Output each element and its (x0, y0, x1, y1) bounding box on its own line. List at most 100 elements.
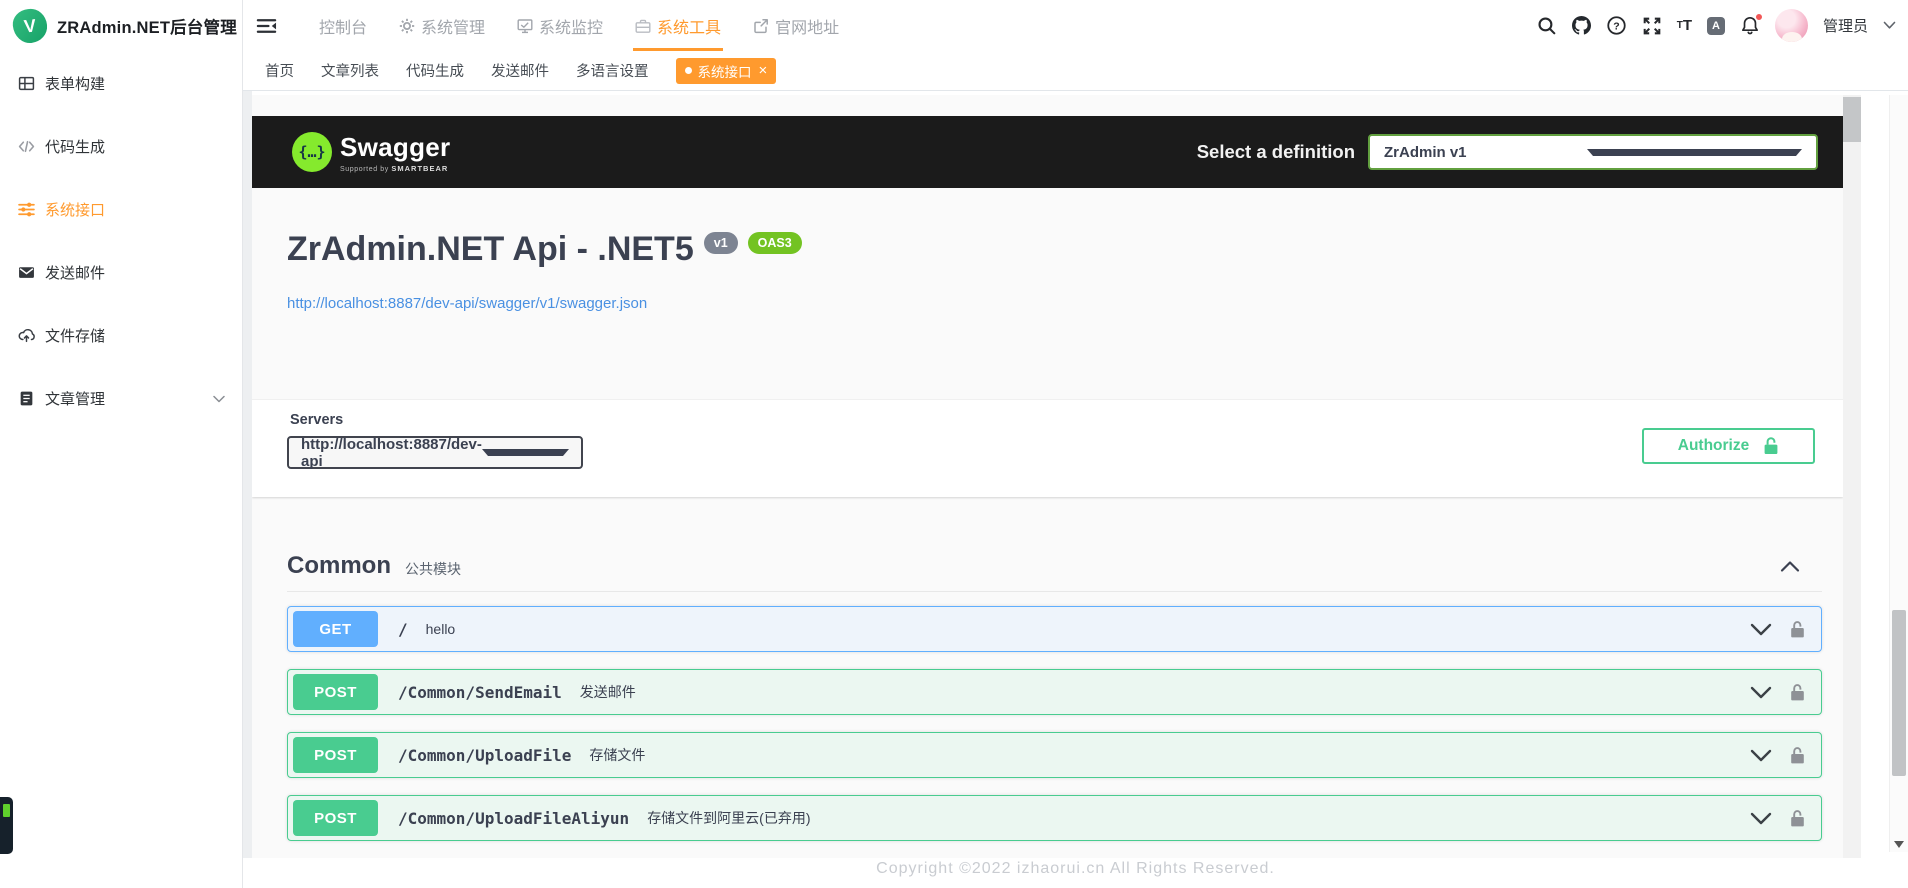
endpoint-path: /Common/SendEmail (398, 683, 562, 702)
nav-item-label: 系统管理 (421, 14, 485, 38)
svg-text:?: ? (1613, 20, 1619, 32)
copyright-text: Copyright ©2022 izhaorui.cn All Rights R… (876, 858, 1275, 878)
endpoint-row-send-email[interactable]: POST /Common/SendEmail 发送邮件 (287, 669, 1822, 715)
method-badge: POST (293, 674, 378, 710)
sliders-icon (18, 201, 35, 218)
nav-item-system-monitor[interactable]: 系统监控 (501, 0, 619, 51)
servers-label: Servers (290, 412, 343, 428)
endpoint-row-upload-file[interactable]: POST /Common/UploadFile 存储文件 (287, 732, 1822, 778)
tab-article-list[interactable]: 文章列表 (321, 60, 379, 81)
swagger-topbar: {…} Swagger Supported by SMARTBEAR Selec… (252, 116, 1843, 188)
tab-label: 系统接口 (698, 61, 752, 81)
app-window: V ZRAdmin.NET后台管理 表单构建 代码生成 系统接口 (0, 0, 1908, 888)
close-icon[interactable]: × (759, 63, 768, 78)
nav-item-label: 系统工具 (657, 14, 721, 38)
endpoint-summary: 存储文件到阿里云(已弃用) (647, 808, 810, 828)
nav-item-system-mgmt[interactable]: 系统管理 (383, 0, 501, 51)
sidebar-item-label: 系统接口 (45, 199, 105, 220)
nav-item-system-tools[interactable]: 系统工具 (619, 0, 737, 51)
sidebar-item-file-storage[interactable]: 文件存储 (0, 304, 241, 367)
endpoint-path: / (398, 620, 408, 639)
user-avatar[interactable] (1775, 9, 1808, 42)
endpoint-summary: 存储文件 (589, 745, 645, 765)
notifications-bell-icon[interactable] (1740, 16, 1760, 36)
chevron-up-icon[interactable] (1780, 559, 1800, 573)
endpoint-row-upload-file-aliyun[interactable]: POST /Common/UploadFileAliyun 存储文件到阿里云(已… (287, 795, 1822, 841)
lock-icon[interactable] (1790, 620, 1805, 639)
sidebar-menu: 表单构建 代码生成 系统接口 发送邮件 (0, 52, 241, 430)
sidebar-item-code-gen[interactable]: 代码生成 (0, 115, 241, 178)
gear-icon (399, 18, 415, 34)
form-grid-icon (18, 75, 35, 92)
chevron-down-icon (1587, 149, 1802, 156)
scroll-down-arrow-icon[interactable] (1894, 841, 1904, 848)
scrollbar-thumb[interactable] (1843, 97, 1861, 142)
sidebar-item-system-api[interactable]: 系统接口 (0, 178, 241, 241)
mail-icon (18, 264, 35, 281)
github-icon[interactable] (1572, 16, 1592, 36)
main-content: {…} Swagger Supported by SMARTBEAR Selec… (243, 91, 1908, 888)
lock-icon[interactable] (1790, 683, 1805, 702)
tab-send-mail[interactable]: 发送邮件 (491, 60, 549, 81)
translate-icon[interactable]: A (1707, 17, 1725, 35)
app-logo-row[interactable]: V ZRAdmin.NET后台管理 (0, 0, 242, 51)
search-icon[interactable] (1537, 16, 1557, 36)
swagger-smartbear-credit: Supported by SMARTBEAR (340, 164, 450, 173)
nav-item-label: 官网地址 (775, 14, 839, 38)
chevron-down-icon[interactable] (1750, 623, 1772, 636)
endpoint-summary: 发送邮件 (580, 682, 636, 702)
chevron-down-icon[interactable] (1750, 812, 1772, 825)
servers-select[interactable]: http://localhost:8887/dev-api (287, 436, 583, 469)
swagger-logo-icon: {…} (292, 132, 332, 172)
authorize-button[interactable]: Authorize (1642, 428, 1815, 464)
endpoint-summary: hello (426, 621, 456, 637)
scrollbar-thumb[interactable] (1892, 610, 1906, 776)
external-link-icon (753, 18, 769, 34)
tag-section-common[interactable]: Common 公共模块 (287, 540, 1822, 592)
user-name[interactable]: 管理员 (1823, 15, 1868, 36)
endpoint-list: GET / hello POST /Common/SendEmail 发送邮件 (287, 606, 1822, 858)
definition-select-label: Select a definition (1197, 141, 1355, 163)
oas3-badge: OAS3 (748, 232, 802, 254)
notification-dot (1755, 13, 1763, 21)
font-size-icon[interactable]: TT (1677, 18, 1692, 33)
chevron-down-icon[interactable] (1750, 749, 1772, 762)
sidebar-item-article-mgmt[interactable]: 文章管理 (0, 367, 241, 430)
nav-item-official-site[interactable]: 官网地址 (737, 0, 855, 51)
user-menu-chevron-icon[interactable] (1883, 21, 1896, 30)
tab-system-api[interactable]: 系统接口 × (676, 58, 777, 84)
sidebar-item-label: 代码生成 (45, 136, 105, 157)
sidebar-item-label: 文章管理 (45, 388, 105, 409)
sidebar-collapse-icon[interactable] (253, 13, 279, 39)
fullscreen-icon[interactable] (1642, 16, 1662, 36)
monitor-icon (517, 18, 533, 34)
page-footer: Copyright ©2022 izhaorui.cn All Rights R… (243, 858, 1908, 888)
help-icon[interactable]: ? (1607, 16, 1627, 36)
tab-code-gen[interactable]: 代码生成 (406, 60, 464, 81)
sidebar-item-form-builder[interactable]: 表单构建 (0, 52, 241, 115)
chevron-down-icon[interactable] (1750, 686, 1772, 699)
lock-icon[interactable] (1790, 809, 1805, 828)
window-scrollbar[interactable] (1889, 95, 1908, 852)
definition-select[interactable]: ZrAdmin v1 (1368, 134, 1818, 170)
document-icon (18, 390, 35, 407)
nav-item-console[interactable]: 控制台 (303, 0, 383, 51)
endpoint-path: /Common/UploadFileAliyun (398, 809, 629, 828)
unlock-icon (1763, 436, 1779, 456)
swagger-panel: {…} Swagger Supported by SMARTBEAR Selec… (252, 95, 1843, 858)
toolbox-icon (635, 18, 651, 34)
endpoint-row-get-hello[interactable]: GET / hello (287, 606, 1822, 652)
sidebar-item-send-mail[interactable]: 发送邮件 (0, 241, 241, 304)
section-name: Common (287, 552, 391, 580)
swagger-scrollbar[interactable] (1843, 95, 1861, 858)
top-menu: 控制台 系统管理 系统监控 系统工具 (303, 0, 855, 51)
chevron-down-icon (213, 395, 225, 403)
tab-i18n-settings[interactable]: 多语言设置 (576, 60, 649, 81)
devtools-edge-tab[interactable] (0, 797, 13, 854)
active-tab-dot (685, 67, 692, 74)
tab-home[interactable]: 首页 (265, 60, 294, 81)
spec-url-link[interactable]: http://localhost:8887/dev-api/swagger/v1… (287, 295, 647, 312)
code-icon (18, 138, 35, 155)
sidebar: V ZRAdmin.NET后台管理 表单构建 代码生成 系统接口 (0, 0, 243, 888)
lock-icon[interactable] (1790, 746, 1805, 765)
